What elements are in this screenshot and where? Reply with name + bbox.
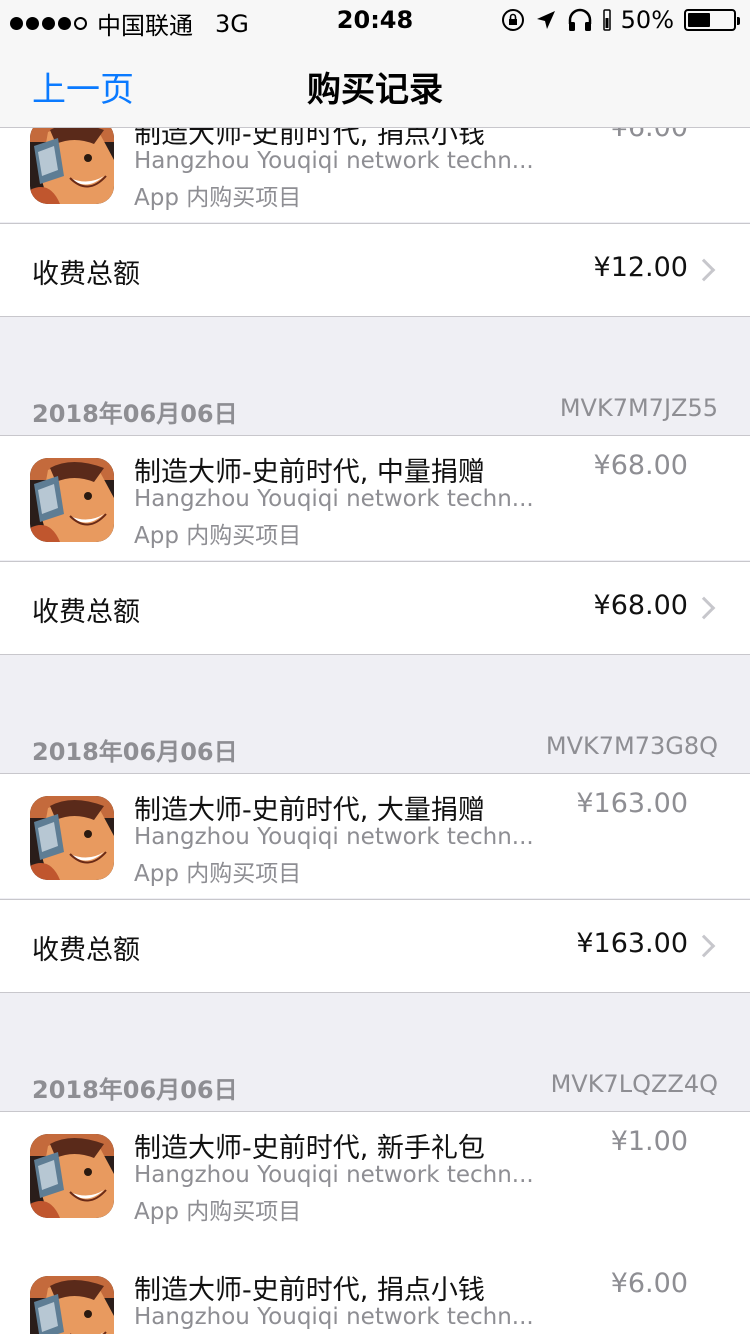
item-title: 制造大师-史前时代, 捐点小钱 (134, 1275, 485, 1306)
item-developer: Hangzhou Youqiqi network techn... (134, 1162, 534, 1188)
section-header: 2018年06月06日 MVK7LQZZ4Q (0, 1062, 750, 1112)
purchase-date: 2018年06月06日 (32, 400, 238, 428)
battery-charge-indicator-icon (602, 9, 611, 31)
item-title: 制造大师-史前时代, 中量捐赠 (134, 457, 485, 488)
purchase-history-list[interactable]: 制造大师-史前时代, 捐点小钱 Hangzhou Youqiqi network… (0, 128, 750, 1334)
item-title: 制造大师-史前时代, 新手礼包 (134, 1133, 485, 1164)
status-bar: 中国联通 3G 20:48 50% (0, 0, 750, 40)
item-type: App 内购买项目 (134, 1199, 302, 1225)
navigation-bar: 上一页 购买记录 (0, 40, 750, 128)
app-icon (30, 1134, 114, 1218)
total-row[interactable]: 收费总额 ¥12.00 (0, 223, 750, 317)
item-type: App 内购买项目 (134, 861, 302, 887)
item-developer: Hangzhou Youqiqi network techn... (134, 1304, 534, 1330)
item-price: ¥68.00 (593, 450, 688, 481)
item-developer: Hangzhou Youqiqi network techn... (134, 486, 534, 512)
item-developer: Hangzhou Youqiqi network techn... (134, 824, 534, 850)
headphones-icon (568, 8, 591, 31)
item-title: 制造大师-史前时代, 大量捐赠 (134, 795, 485, 826)
total-amount: ¥12.00 (593, 252, 688, 283)
purchase-date: 2018年06月06日 (32, 1076, 238, 1104)
purchase-item[interactable]: 制造大师-史前时代, 大量捐赠 Hangzhou Youqiqi network… (0, 774, 750, 898)
section-header: 2018年06月06日 MVK7M7JZ55 (0, 386, 750, 436)
total-label: 收费总额 (32, 597, 140, 628)
purchase-item[interactable]: 制造大师-史前时代, 捐点小钱 Hangzhou Youqiqi network… (0, 128, 750, 222)
purchase-item[interactable]: 制造大师-史前时代, 捐点小钱 Hangzhou Youqiqi network… (0, 1236, 750, 1334)
total-label: 收费总额 (32, 935, 140, 966)
item-developer: Hangzhou Youqiqi network techn... (134, 148, 534, 174)
item-type: App 内购买项目 (134, 185, 302, 211)
chevron-right-icon (692, 934, 716, 958)
total-label: 收费总额 (32, 259, 140, 290)
item-type: App 内购买项目 (134, 523, 302, 549)
item-price: ¥6.00 (611, 128, 688, 143)
total-row[interactable]: 收费总额 ¥163.00 (0, 899, 750, 993)
item-price: ¥163.00 (576, 788, 688, 819)
app-icon (30, 128, 114, 204)
rotation-lock-icon (501, 9, 524, 31)
section-header: 2018年06月06日 MVK7M73G8Q (0, 724, 750, 774)
app-icon (30, 458, 114, 542)
chevron-right-icon (692, 596, 716, 620)
order-id: MVK7LQZZ4Q (550, 1070, 718, 1098)
item-price: ¥1.00 (610, 1126, 688, 1157)
item-price: ¥6.00 (610, 1268, 688, 1299)
status-right: 50% (501, 6, 740, 34)
order-id: MVK7M73G8Q (545, 732, 718, 760)
purchase-date: 2018年06月06日 (32, 738, 238, 766)
total-amount: ¥68.00 (593, 590, 688, 621)
app-icon (30, 1276, 114, 1334)
app-icon (30, 796, 114, 880)
purchase-item[interactable]: 制造大师-史前时代, 新手礼包 Hangzhou Youqiqi network… (0, 1112, 750, 1236)
total-row[interactable]: 收费总额 ¥68.00 (0, 561, 750, 655)
total-amount: ¥163.00 (576, 928, 688, 959)
page-title: 购买记录 (307, 70, 443, 110)
battery-icon (684, 9, 740, 31)
chevron-right-icon (692, 258, 716, 282)
order-id: MVK7M7JZ55 (559, 394, 718, 422)
battery-percent: 50% (620, 6, 674, 34)
location-icon (536, 11, 555, 29)
purchase-item[interactable]: 制造大师-史前时代, 中量捐赠 Hangzhou Youqiqi network… (0, 436, 750, 560)
